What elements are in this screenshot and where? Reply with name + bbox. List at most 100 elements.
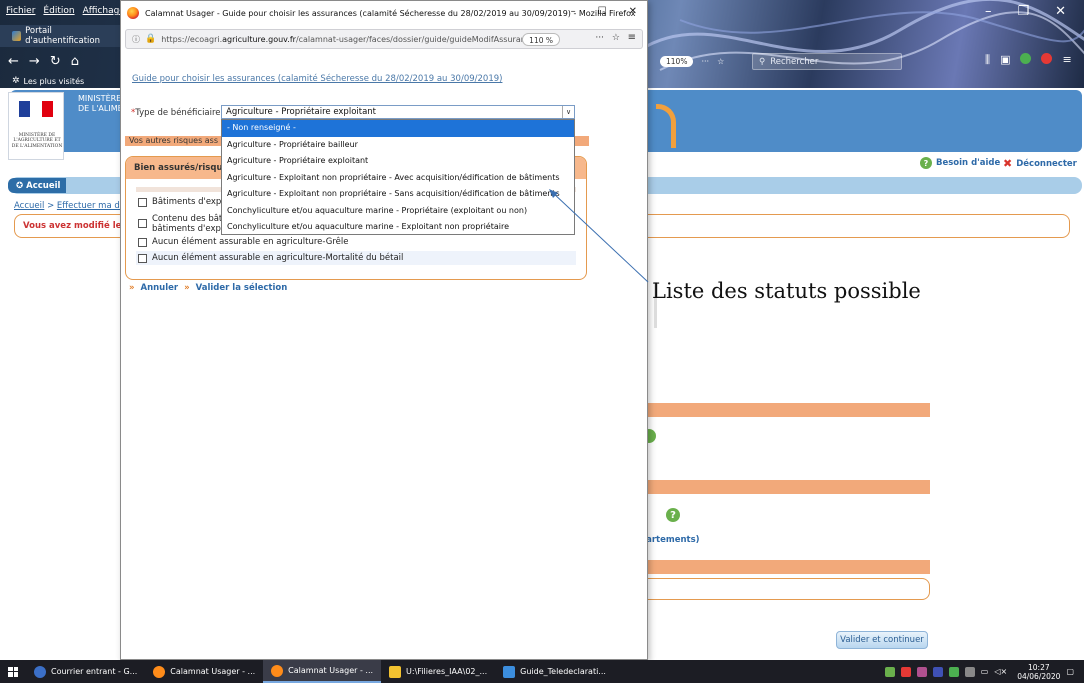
hamburger-menu-icon[interactable]: ≡ [628, 32, 636, 43]
home-icon[interactable]: ⌂ [71, 54, 79, 69]
checkbox-label: Contenu des bât bâtiments d'expl [152, 214, 223, 234]
checkbox-row[interactable]: Aucun élément assurable en agriculture-M… [136, 251, 576, 265]
departments-link[interactable]: partements) [640, 535, 700, 545]
checkbox[interactable] [138, 198, 147, 207]
forward-arrow-icon[interactable]: → [29, 54, 40, 69]
system-tray: ▭ ◁× 10:27 04/06/2020 ▢ [884, 660, 1074, 683]
info-icon[interactable]: ⓘ [132, 34, 140, 45]
checkbox[interactable] [138, 238, 147, 247]
maximize-icon[interactable]: ❐ [1017, 4, 1029, 19]
taskbar-item[interactable]: Calamnat Usager - ... [145, 660, 263, 683]
maximize-icon[interactable]: ☐ [598, 6, 607, 17]
reload-icon[interactable]: ↻ [50, 54, 61, 69]
zoom-badge[interactable]: 110 % [522, 33, 560, 46]
popup-window-title: Calamnat Usager - Guide pour choisir les… [145, 8, 636, 18]
taskbar-item[interactable]: U:\Filieres_IAA\02_... [381, 660, 495, 683]
checkbox-label: Aucun élément assurable en agriculture-M… [152, 253, 404, 263]
breadcrumb-home[interactable]: Accueil [14, 201, 44, 211]
help-label: Besoin d'aide [936, 158, 1001, 168]
zoom-badge[interactable]: 110% [660, 55, 694, 67]
library-icon[interactable]: ⫼ [985, 53, 990, 67]
ublock-icon[interactable] [1041, 53, 1053, 64]
selected-value: Agriculture - Propriétaire exploitant [226, 107, 377, 117]
tray-message-icon[interactable]: ▭ [981, 667, 989, 676]
help-link[interactable]: ? Besoin d'aide [920, 157, 1000, 169]
dropdown-option[interactable]: Agriculture - Propriétaire bailleur [222, 137, 574, 154]
menu-fichier[interactable]: Fichier [6, 6, 35, 16]
form-actions: » Annuler » Valider la sélection [129, 283, 287, 293]
section-stripe [648, 480, 930, 494]
dropdown-option[interactable]: - Non renseigné - [222, 120, 574, 137]
tray-network-icon[interactable] [964, 666, 975, 677]
search-input[interactable]: ⚲ Rechercher [752, 53, 902, 70]
more-icon[interactable]: ··· [595, 33, 604, 43]
more-icon[interactable]: ··· [701, 57, 709, 66]
validate-selection-link[interactable]: Valider la sélection [196, 283, 288, 293]
ministry-title: MINISTÈRE DE L'ALIME [78, 94, 123, 113]
reader-icon[interactable]: ▣ [1000, 53, 1010, 67]
url-prefix: https://ecoagri. [161, 34, 223, 44]
menu-edition[interactable]: Édition [43, 6, 74, 16]
ministry-line-1: MINISTÈRE [78, 94, 122, 103]
checkbox[interactable] [138, 254, 147, 263]
checkbox-label: Bâtiments d'expl [152, 197, 224, 207]
tab-accueil-label: Accueil [26, 180, 61, 191]
bookmark-most-visited[interactable]: ✲ Les plus visités [0, 74, 120, 88]
help-question-icon: ? [920, 157, 932, 169]
logout-link[interactable]: ✖ Déconnecter [1003, 157, 1077, 170]
guide-title-link[interactable]: Guide pour choisir les assurances (calam… [132, 74, 502, 84]
checkbox[interactable] [138, 219, 147, 228]
tab-accueil[interactable]: ✪ Accueil [8, 178, 66, 193]
popup-titlebar: Calamnat Usager - Guide pour choisir les… [121, 1, 647, 25]
beneficiary-type-select[interactable]: Agriculture - Propriétaire exploitant ∨ [221, 105, 575, 119]
tray-app-icon[interactable] [932, 666, 943, 677]
dropdown-option[interactable]: Agriculture - Propriétaire exploitant [222, 153, 574, 170]
start-button[interactable] [0, 666, 26, 677]
french-flag-icon [19, 101, 53, 117]
browser-tab-portail[interactable]: Portail d'authentification [0, 25, 120, 47]
tray-app-icon[interactable] [884, 666, 895, 677]
chevron-down-icon[interactable]: ∨ [562, 106, 574, 118]
help-question-icon[interactable]: ? [666, 508, 680, 522]
star-icon[interactable]: ☆ [612, 33, 620, 43]
minimize-icon[interactable]: – [985, 4, 992, 19]
tray-app-icon[interactable] [916, 666, 927, 677]
minimize-icon[interactable]: – [571, 6, 576, 17]
hamburger-menu-icon[interactable]: ≡ [1062, 53, 1071, 67]
clock[interactable]: 10:27 04/06/2020 [1017, 663, 1060, 681]
notification-icon[interactable]: ▢ [1066, 667, 1074, 676]
tray-shield-icon[interactable] [900, 666, 911, 677]
validate-continue-button[interactable]: Valider et continuer [836, 631, 928, 649]
breadcrumb-current[interactable]: Effectuer ma de [57, 201, 125, 211]
tray-app-icon[interactable] [948, 666, 959, 677]
search-placeholder: Rechercher [770, 56, 819, 67]
checkbox-row[interactable]: Aucun élément assurable en agriculture-G… [138, 237, 349, 247]
popup-url-bar[interactable]: ⓘ 🔒 https://ecoagri.agriculture.gouv.fr/… [125, 29, 643, 49]
cancel-link[interactable]: Annuler [141, 283, 179, 293]
star-icon[interactable]: ☆ [717, 57, 724, 66]
taskbar-item[interactable]: Calamnat Usager - ... [263, 660, 382, 683]
speaker-icon[interactable]: ◁× [994, 667, 1007, 676]
taskbar-item-label: Guide_Teledeclarati... [520, 667, 606, 676]
checkbox-row[interactable]: Bâtiments d'expl [138, 197, 224, 207]
text-field-box[interactable] [640, 578, 930, 600]
dropdown-option[interactable]: Agriculture - Exploitant non propriétair… [222, 186, 574, 203]
popup-window: Calamnat Usager - Guide pour choisir les… [120, 0, 648, 660]
gear-icon: ✲ [12, 76, 20, 86]
logout-x-icon: ✖ [1003, 157, 1013, 170]
taskbar-item[interactable]: Courrier entrant - G... [26, 660, 145, 683]
bookmark-label: Les plus visités [23, 76, 85, 86]
extension-icons: ⫼ ▣ ≡ [985, 53, 1072, 67]
back-arrow-icon[interactable]: ← [8, 54, 19, 69]
close-icon[interactable]: ✕ [1055, 4, 1066, 19]
taskbar-item-label: Calamnat Usager - ... [170, 667, 256, 676]
checkbox-row[interactable]: Contenu des bât bâtiments d'expl [138, 214, 223, 234]
taskbar-item[interactable]: Guide_Teledeclarati... [495, 660, 614, 683]
taskbar-item-label: U:\Filieres_IAA\02_... [406, 667, 488, 676]
menu-affichage[interactable]: Affichage [83, 6, 125, 16]
dropdown-option[interactable]: Conchyliculture et/ou aquaculture marine… [222, 219, 574, 236]
dropdown-option[interactable]: Agriculture - Exploitant non propriétair… [222, 170, 574, 187]
close-icon[interactable]: ✕ [629, 6, 637, 17]
dropdown-option[interactable]: Conchyliculture et/ou aquaculture marine… [222, 203, 574, 220]
green-extension-icon[interactable] [1020, 53, 1032, 64]
